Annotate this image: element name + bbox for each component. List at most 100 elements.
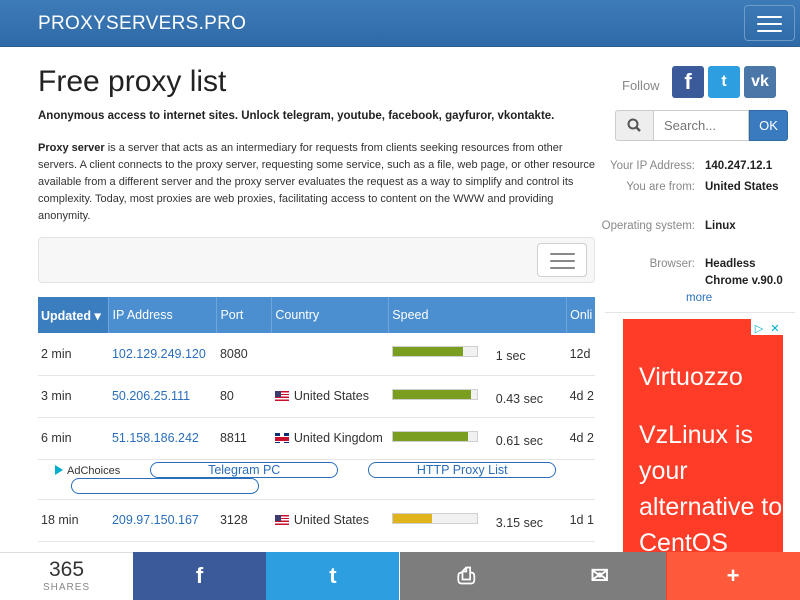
online-cell: 12d (566, 333, 595, 376)
column-header[interactable]: Onli (566, 297, 595, 333)
table-row: 2 min 102.129.249.120 8080 1 sec 12d (38, 333, 595, 376)
visitor-info-row: You are from: United States (600, 179, 800, 215)
speed-bar-fill (392, 431, 469, 441)
online-cell: 4d 2 (566, 375, 595, 418)
port-cell: 80 (216, 375, 272, 418)
visitor-info-row: Browser: Headless Chrome v.90.0 (600, 256, 800, 292)
follow-label: Follow (622, 78, 660, 93)
filter-toggle-button[interactable] (537, 243, 587, 277)
table-body: 2 min 102.129.249.120 8080 1 sec 12d 3 min 50.… (38, 333, 595, 542)
ip-cell: 50.206.25.111 (108, 375, 217, 418)
speed-cell: 1 sec (388, 333, 567, 376)
country-name: United Kingdom (293, 431, 383, 445)
info-value: 140.247.12.1 (705, 160, 773, 172)
speed-bar (391, 512, 478, 524)
nav-menu-toggle[interactable] (744, 5, 795, 41)
twitter-icon[interactable]: t (708, 66, 740, 98)
speed-bar (391, 430, 478, 442)
speed-bar-fill (392, 389, 471, 399)
ad-brand: Virtuozzo (639, 363, 743, 391)
info-key: Browser: (649, 258, 695, 270)
speed-bar-fill (392, 513, 433, 523)
more-icon: + (726, 563, 740, 588)
proxy-table: Updated ▾ IP Address Port Country Speed Onli … (38, 297, 595, 542)
ip-link[interactable]: 102.129.249.120 (112, 347, 206, 361)
facebook-share-button[interactable]: f (133, 552, 266, 600)
share-count: 365 SHARES (0, 552, 133, 600)
vk-icon[interactable]: vk (744, 66, 776, 98)
speed-value: 0.61 sec (495, 433, 544, 448)
country-cell: United States (271, 375, 389, 418)
info-value: Linux (705, 220, 736, 232)
speed-bar-fill (392, 347, 463, 357)
more-share-button[interactable]: + (666, 552, 800, 600)
column-header[interactable]: Updated ▾ (38, 297, 110, 333)
country-name: United States (293, 389, 369, 403)
flag-us-icon (274, 515, 289, 525)
speed-value: 1 sec (495, 349, 526, 364)
ip-link[interactable]: 50.206.25.111 (112, 389, 190, 403)
column-header[interactable]: Country (271, 297, 390, 333)
ad-link-http-proxy[interactable]: HTTP Proxy List (368, 461, 557, 478)
info-key: Your IP Address: (609, 160, 695, 172)
intro-paragraph: Proxy server is a server that acts as an… (38, 140, 595, 225)
country-name: United States (293, 513, 369, 527)
adchoices-label[interactable]: AdChoices (55, 464, 120, 477)
ip-cell: 102.129.249.120 (108, 333, 217, 376)
table-row: 18 min 209.97.150.167 3128 United States 3.1… (38, 499, 595, 542)
twitter-share-button[interactable]: t (266, 552, 400, 600)
search-icon (627, 118, 641, 132)
share-count-number: 365 (48, 558, 85, 581)
country-cell: United Kingdom (271, 417, 389, 460)
ip-link[interactable]: 209.97.150.167 (112, 513, 199, 527)
ad-link-telegram[interactable]: Telegram PC (150, 461, 339, 478)
hamburger-icon (757, 16, 782, 18)
ad-row: AdChoices Telegram PC HTTP Proxy List (38, 459, 595, 500)
online-cell: 4d 2 (566, 417, 595, 460)
info-key: You are from: (626, 181, 695, 193)
info-value: Headless Chrome v.90.0 (705, 258, 783, 287)
ip-cell: 209.97.150.167 (108, 499, 217, 542)
ad-controls: ▷ ✕ (751, 319, 783, 335)
hamburger-icon (550, 253, 575, 255)
column-header[interactable]: Port (216, 297, 273, 333)
ip-cell: 51.158.186.242 (108, 417, 217, 460)
flag-gb-icon (274, 433, 289, 443)
more-link[interactable]: more (686, 292, 712, 304)
hamburger-icon (550, 260, 575, 262)
online-cell: 1d 1 (566, 499, 595, 542)
ad-link-partial[interactable] (71, 477, 259, 494)
intro-text: is a server that acts as an intermediary… (38, 142, 595, 222)
speed-value: 3.15 sec (495, 515, 544, 530)
country-cell: United States (271, 499, 389, 542)
speed-bar (391, 346, 478, 358)
flag-us-icon (274, 391, 289, 401)
speed-cell: 0.43 sec (388, 375, 567, 418)
close-icon[interactable]: ✕ (767, 321, 783, 337)
search-input[interactable] (653, 110, 749, 141)
search-submit-button[interactable]: OK (749, 110, 788, 141)
ad-text: VzLinux is your alternative to CentOS (639, 421, 783, 557)
ip-link[interactable]: 51.158.186.242 (112, 431, 199, 445)
site-brand[interactable]: PROXYSERVERS.PRO (38, 13, 246, 35)
info-key: Operating system: (601, 220, 695, 232)
print-share-button[interactable]: ⎙ (399, 552, 533, 600)
adchoices-icon[interactable]: ▷ (751, 321, 767, 337)
facebook-icon[interactable]: f (672, 66, 704, 98)
search-form: OK (615, 110, 788, 141)
column-header[interactable]: IP Address (108, 297, 218, 333)
speed-bar (391, 388, 478, 400)
twitter-icon: t (329, 563, 337, 588)
hamburger-icon (757, 23, 782, 25)
table-row: 3 min 50.206.25.111 80 United States 0.43 se… (38, 375, 595, 418)
share-bar: 365 SHARES f t ⎙ ✉ + (0, 552, 800, 600)
hamburger-icon (757, 30, 782, 32)
table-header-row: Updated ▾ IP Address Port Country Speed Onli (38, 297, 595, 333)
column-header[interactable]: Speed (388, 297, 568, 333)
email-share-button[interactable]: ✉ (533, 552, 667, 600)
speed-cell: 3.15 sec (388, 499, 567, 542)
updated-cell: 18 min (38, 499, 109, 542)
speed-value: 0.43 sec (495, 391, 544, 406)
info-value: United States (705, 181, 779, 193)
adchoices-icon (55, 464, 63, 475)
